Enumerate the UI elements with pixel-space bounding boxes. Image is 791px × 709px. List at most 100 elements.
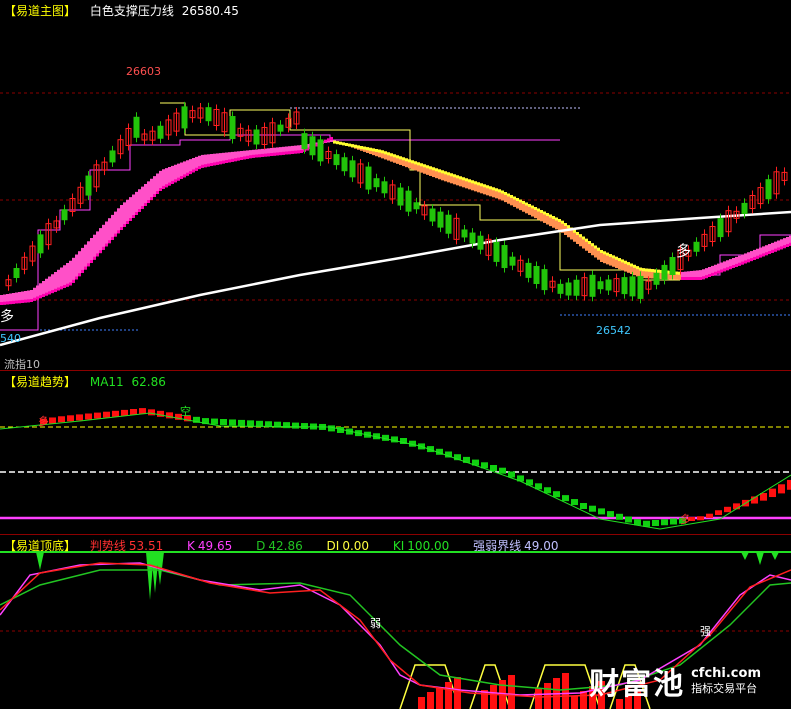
candlestick [317, 139, 324, 162]
trend-band-edge [414, 161, 417, 165]
candlestick [469, 232, 476, 244]
trend-band-edge [270, 153, 273, 156]
trend-band-edge [84, 266, 87, 270]
main-chart-pane[interactable]: 【易道主图】 白色支撑压力线 26580.45 26603 26542 540 … [0, 0, 791, 370]
candlestick [397, 187, 404, 206]
trend-band-segment [156, 173, 159, 194]
trend-bar [670, 518, 677, 525]
trend-band-edge [543, 211, 546, 215]
candlestick [533, 266, 540, 284]
trend-pane-header: 【易道趋势】 MA11 62.86 [4, 373, 176, 390]
trend-band-segment [126, 199, 129, 224]
trend-band-edge [507, 193, 510, 197]
main-chart-canvas[interactable] [0, 0, 791, 370]
trend-band-edge [639, 267, 642, 271]
ki-indicator: KI 100.00 [393, 539, 459, 553]
candlestick [205, 107, 212, 122]
d-indicator: D 42.86 [256, 539, 313, 553]
trend-band-edge [618, 258, 621, 262]
left-price-label: 540 [0, 332, 21, 345]
candlestick [349, 160, 356, 178]
candlestick [509, 256, 516, 266]
trend-band-edge [474, 181, 477, 185]
trend-band-edge [582, 236, 585, 240]
trend-bar [67, 415, 74, 422]
trend-band-edge [363, 146, 366, 150]
weak-label: 弱 [370, 617, 381, 630]
trend-band-edge [486, 185, 489, 189]
trend-band-edge [597, 247, 600, 251]
trend-band-edge [429, 166, 432, 170]
trend-chart-canvas[interactable] [0, 371, 791, 534]
trend-band-edge [150, 197, 153, 200]
trend-band-edge [165, 184, 168, 188]
trend-band-segment [75, 254, 78, 280]
trend-band-segment [66, 263, 69, 287]
trend-pane[interactable]: 【易道趋势】 MA11 62.86 多 空 多 [0, 371, 791, 534]
trend-band-edge [138, 209, 141, 212]
trend-band-edge [732, 265, 735, 268]
low-price-label: 26542 [596, 324, 631, 337]
candlestick [621, 277, 628, 295]
trend-band-edge [15, 300, 18, 304]
trend-bull-label-right: 多 [680, 513, 691, 526]
trend-band-edge [63, 284, 66, 288]
trend-band-edge [441, 170, 444, 174]
trend-band-edge [684, 277, 687, 280]
trend-band-edge [600, 250, 603, 253]
trend-band-edge [438, 169, 441, 173]
trend-bull-label: 多 [38, 415, 49, 428]
trend-band-edge [432, 167, 435, 171]
bull-signal-left: 多 [0, 309, 14, 325]
trend-band-edge [126, 221, 129, 224]
trend-band-edge [258, 154, 261, 158]
trend-band-segment [135, 191, 138, 215]
candlestick [541, 269, 548, 291]
trend-band-segment [57, 269, 60, 291]
trend-line-value: 53.51 [128, 539, 164, 553]
trend-band-edge [294, 150, 297, 154]
trend-band-edge [444, 171, 447, 175]
trend-band-edge [621, 259, 624, 263]
candlestick [277, 124, 284, 132]
ma-value: 62.86 [131, 375, 166, 389]
trend-bar [598, 508, 605, 515]
trend-band-edge [201, 164, 204, 168]
trend-band-segment [93, 234, 96, 260]
candlestick [37, 234, 44, 254]
trend-band-segment [147, 181, 150, 203]
trend-band-edge [288, 151, 291, 155]
trend-band-edge [651, 269, 654, 273]
trend-bar [157, 410, 164, 417]
trend-band-edge [771, 249, 774, 253]
trend-band-edge [9, 301, 12, 305]
trend-bar [625, 516, 632, 523]
trend-band-edge [141, 206, 144, 209]
top-bottom-pane[interactable]: 【易道顶底】 判势线 53.51 K 49.65 D 42.86 DI 0.00 KI 1… [0, 535, 791, 709]
trend-bar [247, 420, 254, 427]
trend-band-edge [168, 182, 171, 186]
trend-band-segment [159, 170, 162, 191]
trend-band-edge [780, 246, 783, 250]
trend-band-edge [408, 159, 411, 163]
trend-band-edge [360, 146, 363, 149]
candlestick [653, 272, 660, 285]
trend-band-edge [162, 185, 165, 189]
trend-band-edge [642, 268, 645, 272]
trend-band-edge [420, 163, 423, 167]
trend-bar [715, 510, 722, 516]
trend-band-edge [54, 288, 57, 292]
trend-band-edge [213, 162, 216, 166]
trend-bar [508, 471, 515, 478]
trend-band-edge [561, 220, 564, 224]
trend-band-edge [576, 232, 579, 235]
trend-band-edge [147, 200, 150, 203]
trend-band-edge [585, 238, 588, 242]
trend-band-edge [264, 153, 267, 157]
trend-band-edge [741, 261, 744, 265]
top-bottom-pane-title: 【易道顶底】 [4, 539, 77, 553]
trend-bar [328, 425, 335, 432]
support-line-name: 白色支撑压力线 [89, 4, 174, 18]
di-indicator: DI 0.00 [327, 539, 380, 553]
trend-band-edge [726, 267, 729, 271]
